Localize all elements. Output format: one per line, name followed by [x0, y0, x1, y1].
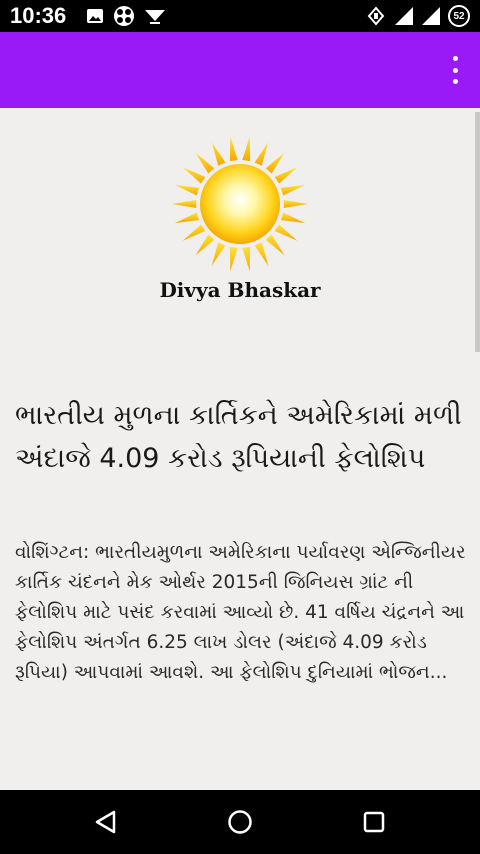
sun-ray	[265, 152, 285, 174]
sun-ray	[265, 234, 285, 256]
back-button[interactable]	[86, 802, 126, 842]
battery-level: 52	[453, 10, 465, 22]
battery-icon: 52	[448, 5, 470, 27]
sun-ray	[211, 142, 226, 166]
game-controller-icon	[114, 6, 134, 26]
sun-ray	[211, 242, 226, 266]
vibrate-icon	[367, 6, 385, 26]
sun-ray	[274, 224, 298, 241]
sun-ray	[174, 212, 200, 224]
recents-button[interactable]	[354, 802, 394, 842]
notification-icons	[86, 6, 166, 26]
recents-icon	[363, 811, 385, 833]
status-bar: 10:36 52	[0, 0, 480, 32]
signal-icon	[395, 7, 413, 25]
status-time: 10:36	[10, 3, 67, 28]
navigation-bar	[0, 790, 480, 854]
home-icon	[228, 810, 252, 834]
sun-ray	[195, 152, 215, 174]
home-button[interactable]	[220, 802, 260, 842]
signal-icon	[422, 7, 440, 25]
sun-ray	[182, 224, 206, 241]
back-icon	[95, 810, 116, 834]
sun-ray	[283, 200, 308, 208]
sun-ray	[242, 136, 251, 162]
sun-ray	[195, 234, 215, 256]
article-title[interactable]: ભારતીય મુળના કાર્તિકને અમેરિકામાં મળી અં…	[15, 394, 470, 480]
more-vert-icon[interactable]	[448, 56, 462, 84]
image-icon	[87, 9, 103, 23]
sun-ray	[182, 167, 206, 184]
sun-ray	[172, 200, 197, 208]
scrollbar[interactable]	[475, 112, 480, 352]
sun-ray	[174, 184, 200, 196]
sun-ray	[280, 212, 306, 224]
sun-ray	[274, 167, 298, 184]
sun-ray	[280, 184, 306, 196]
brand-logo: Divya Bhaskar	[140, 128, 340, 308]
article-body: વોશિંગ્ટન: ભારતીયમુળના અમેરિકાના પર્યાવર…	[15, 542, 466, 683]
sun-ray	[254, 142, 269, 166]
sun-ray	[242, 246, 251, 272]
download-icon	[145, 10, 165, 24]
brand-name: Divya Bhaskar	[159, 278, 321, 302]
sun-ray	[254, 242, 269, 266]
sun-icon	[172, 136, 308, 272]
sun-ray	[229, 246, 238, 272]
sun-ray	[229, 136, 238, 162]
app-bar	[0, 32, 480, 108]
system-icons: 52	[365, 5, 470, 27]
